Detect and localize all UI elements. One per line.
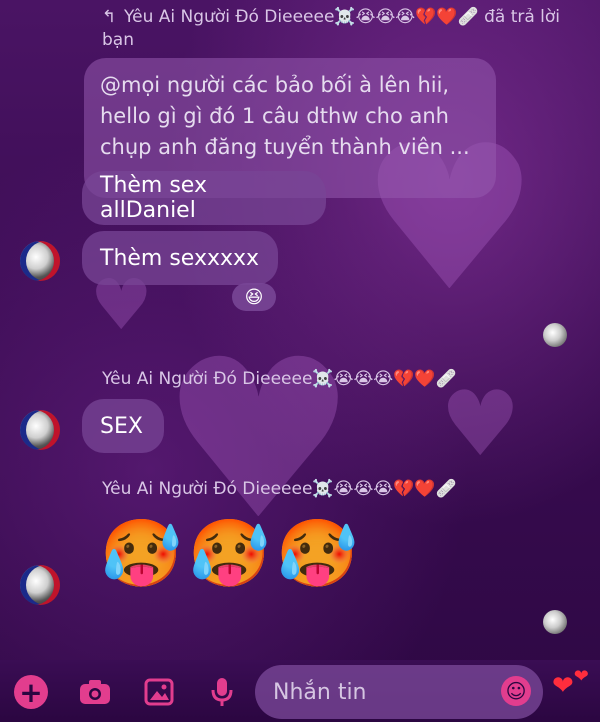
image-icon[interactable] bbox=[142, 675, 176, 709]
message-bubble[interactable]: SEX bbox=[82, 399, 164, 453]
avatar[interactable] bbox=[20, 565, 60, 605]
sender-name: Yêu Ai Người Đó Dieeeee☠️😭😭😭💔❤️🩹 bbox=[102, 479, 457, 499]
message-bubble[interactable]: Thèm sex allDaniel bbox=[82, 171, 326, 225]
sender-name: Yêu Ai Người Đó Dieeeee☠️😭😭😭💔❤️🩹 bbox=[102, 369, 457, 389]
seen-avatar bbox=[543, 610, 567, 634]
reaction-badge[interactable]: 😆 bbox=[232, 283, 276, 311]
message-input[interactable]: Nhắn tin ☺ bbox=[255, 665, 543, 719]
camera-icon[interactable] bbox=[78, 675, 112, 709]
message-bubble[interactable]: Thèm sexxxxx bbox=[82, 231, 278, 285]
microphone-icon[interactable] bbox=[205, 675, 239, 709]
emoji-message-text: 🥵🥵🥵 bbox=[100, 515, 365, 592]
smile-icon[interactable]: ☺ bbox=[501, 676, 531, 706]
emoji-message[interactable]: 🥵🥵🥵 bbox=[100, 515, 365, 593]
background-heart-icon: ♥ bbox=[440, 372, 521, 477]
reaction-emoji: 😆 bbox=[244, 286, 264, 308]
message-text: Thèm sex allDaniel bbox=[100, 173, 207, 223]
avatar[interactable] bbox=[20, 410, 60, 450]
message-text: Thèm sexxxxx bbox=[100, 245, 260, 271]
seen-avatar bbox=[543, 323, 567, 347]
plus-icon[interactable]: + bbox=[14, 675, 48, 709]
avatar[interactable] bbox=[20, 241, 60, 281]
reply-header-text: Yêu Ai Người Đó Dieeeee☠️😭😭😭💔❤️🩹 đã trả … bbox=[102, 7, 561, 50]
message-text: SEX bbox=[100, 413, 143, 439]
reply-header: ↰ Yêu Ai Người Đó Dieeeee☠️😭😭😭💔❤️🩹 đã trả… bbox=[102, 6, 572, 52]
hearts-icon[interactable]: ❤❤ bbox=[552, 666, 589, 701]
reply-icon: ↰ bbox=[102, 7, 117, 27]
quoted-message-text: @mọi người các bảo bối à lên hii, hello … bbox=[100, 73, 470, 159]
background-heart-icon: ♥ bbox=[160, 312, 358, 568]
message-input-placeholder: Nhắn tin bbox=[273, 679, 367, 705]
